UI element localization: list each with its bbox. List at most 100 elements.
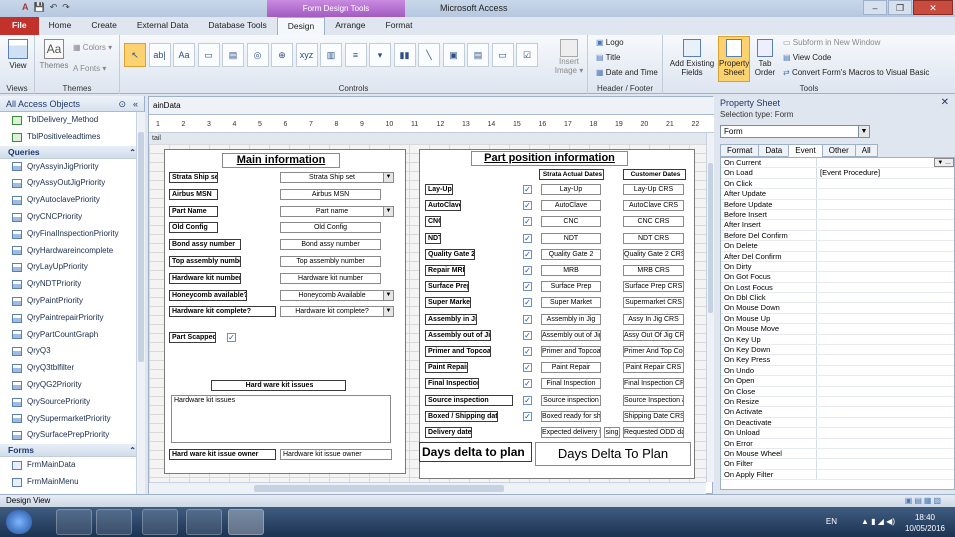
start-button[interactable] <box>6 510 32 534</box>
forms-section-header[interactable]: Forms ⌃ <box>0 444 144 458</box>
chart-icon[interactable]: ▮▮ <box>393 43 416 67</box>
nav-item-query[interactable]: QryQ3 <box>0 343 144 360</box>
field-label[interactable]: Old Config <box>169 222 218 234</box>
tab-design[interactable]: Design <box>276 17 326 35</box>
language-indicator[interactable]: EN <box>826 517 837 526</box>
property-row[interactable]: After Insert <box>721 220 954 231</box>
property-row[interactable]: On Unload <box>721 428 954 439</box>
property-row[interactable]: On Key Down <box>721 345 954 356</box>
field-combo[interactable]: Hardware kit complete? ▼ <box>280 306 394 318</box>
stage-checkbox[interactable]: ✓ <box>523 411 532 421</box>
colors-button[interactable]: ▦ Colors ▾ <box>73 43 112 52</box>
scroll-thumb[interactable] <box>254 485 504 492</box>
customer-date-field[interactable]: Quality Gate 2 CRS <box>623 248 684 260</box>
tab-database-tools[interactable]: Database Tools <box>198 17 276 35</box>
property-value[interactable] <box>817 449 954 458</box>
chevron-down-icon[interactable]: ▼ <box>858 126 869 137</box>
nav-item-query[interactable]: QryCNCPriority <box>0 209 144 226</box>
field-label[interactable]: Honeycomb available? <box>169 289 247 301</box>
part-scrapped-label[interactable]: Part Scapped <box>169 332 216 343</box>
customer-date-field[interactable]: Source Inspection and Pack <box>623 394 684 406</box>
property-row[interactable]: On Activate <box>721 407 954 418</box>
strata-date-field[interactable]: Lay-Up <box>541 184 601 195</box>
field-label[interactable]: Hardware kit number <box>169 272 241 284</box>
field-textbox[interactable]: Hardware kit number <box>280 272 381 284</box>
view-code-button[interactable]: ▤ View Code <box>783 53 831 62</box>
field-combo[interactable]: Honeycomb Available ▼ <box>280 289 394 301</box>
stage-label[interactable]: Boxed / Shipping date <box>425 410 498 422</box>
scroll-thumb[interactable] <box>138 132 144 362</box>
strata-date-field[interactable]: Surface Prep <box>541 281 601 293</box>
field-textbox[interactable]: Top assembly number <box>280 256 381 267</box>
strata-date-field[interactable]: Boxed ready for shipment <box>541 410 601 422</box>
property-value[interactable] <box>817 418 954 427</box>
nav-item-query[interactable]: QryAssyOutJigPriority <box>0 175 144 192</box>
field-label[interactable]: Hardware kit complete? <box>169 306 276 318</box>
property-row[interactable]: On Dbl Click <box>721 293 954 304</box>
checkbox-icon[interactable]: ☑ <box>516 43 538 67</box>
chevron-down-icon[interactable]: ▼ <box>383 173 393 182</box>
internet-explorer-taskbar-icon[interactable] <box>96 509 132 535</box>
days-delta-field[interactable]: Days Delta To Plan <box>535 442 691 466</box>
property-sheet-button[interactable]: Property Sheet <box>718 36 750 82</box>
property-row[interactable]: On Click <box>721 178 954 190</box>
object-selector[interactable]: Form ▼ <box>720 125 870 138</box>
nav-item-query[interactable]: QryQ3tblfilter <box>0 360 144 377</box>
view-switcher-icons[interactable]: ▣▤▦▧ <box>905 495 943 507</box>
customer-date-field[interactable]: AutoClave CRS <box>623 200 684 212</box>
system-tray-icons[interactable]: ▲ ▮ ◢ ◀) <box>861 517 895 526</box>
property-value[interactable] <box>817 252 954 261</box>
undo-icon[interactable]: ↶ <box>50 2 58 13</box>
label-icon[interactable]: Aa <box>173 43 195 67</box>
property-row[interactable]: On Mouse Up <box>721 313 954 325</box>
stage-checkbox[interactable]: ✓ <box>523 379 532 389</box>
stage-checkbox[interactable]: ✓ <box>523 201 532 211</box>
property-row[interactable]: On Delete <box>721 241 954 252</box>
property-value[interactable] <box>817 459 954 468</box>
property-value[interactable] <box>817 220 954 229</box>
hyperlink-icon[interactable]: ◎ <box>246 43 269 67</box>
page-break-icon[interactable]: ≡ <box>344 43 367 67</box>
nav-options-icon[interactable]: ⊙ <box>118 96 126 112</box>
field-label[interactable]: Airbus MSN <box>169 188 218 200</box>
detail-section-bar[interactable]: tail <box>149 133 714 144</box>
property-tab-data[interactable]: Data <box>758 144 790 157</box>
title-button[interactable]: ▤ Title <box>596 53 620 62</box>
customer-date-field[interactable]: Lay-Up CRS <box>623 184 684 195</box>
stage-label[interactable]: Super Market <box>425 297 471 309</box>
strata-date-field[interactable]: CNC <box>541 216 601 228</box>
property-row[interactable]: On Error <box>721 438 954 449</box>
nav-item-query[interactable]: QryPaintrepairPriority <box>0 310 144 327</box>
property-row[interactable]: Before Insert <box>721 209 954 221</box>
close-icon[interactable]: ✕ <box>941 96 949 110</box>
field-label[interactable]: Strata Ship set <box>169 172 218 183</box>
property-value[interactable] <box>817 293 954 302</box>
field-label[interactable]: Top assembly number <box>169 256 241 267</box>
property-row[interactable]: On Filter <box>721 459 954 470</box>
collapse-icon[interactable]: ⌃ <box>129 146 136 159</box>
collapse-icon[interactable]: ⌃ <box>129 444 136 457</box>
close-button[interactable]: ✕ <box>913 0 953 15</box>
subform-new-window-button[interactable]: ▭ Subform in New Window <box>783 38 880 47</box>
strata-dates-header[interactable]: Strata Actual Dates <box>539 169 604 180</box>
stage-checkbox[interactable]: ✓ <box>523 314 532 324</box>
builder-button[interactable]: ▼ … <box>934 158 954 167</box>
days-delta-label[interactable]: Days delta to plan <box>419 442 532 462</box>
property-row[interactable]: On Key Press <box>721 355 954 366</box>
stage-label[interactable]: Primer and Topcoat <box>425 346 491 357</box>
nav-item-query[interactable]: QryAutoclavePriority <box>0 192 144 209</box>
customer-date-field[interactable]: NDT CRS <box>623 232 684 244</box>
customer-date-field[interactable]: Shipping Date CRS <box>623 410 684 422</box>
property-row[interactable]: On Load [Event Procedure] <box>721 168 954 179</box>
property-row[interactable]: Before Update <box>721 199 954 210</box>
property-value[interactable] <box>817 335 954 344</box>
stage-checkbox[interactable]: ✓ <box>523 298 532 308</box>
field-combo[interactable]: Part name ▼ <box>280 205 394 217</box>
issue-owner-field[interactable]: Hardware kit issue owner <box>280 449 392 460</box>
tab-external-data[interactable]: External Data <box>127 17 199 35</box>
fonts-button[interactable]: A Fonts ▾ <box>73 64 106 73</box>
property-value[interactable] <box>817 200 954 209</box>
stage-checkbox[interactable]: ✓ <box>523 282 532 292</box>
nav-item-query[interactable]: QryNDTPriority <box>0 276 144 293</box>
date-time-button[interactable]: ▦ Date and Time <box>596 68 658 77</box>
